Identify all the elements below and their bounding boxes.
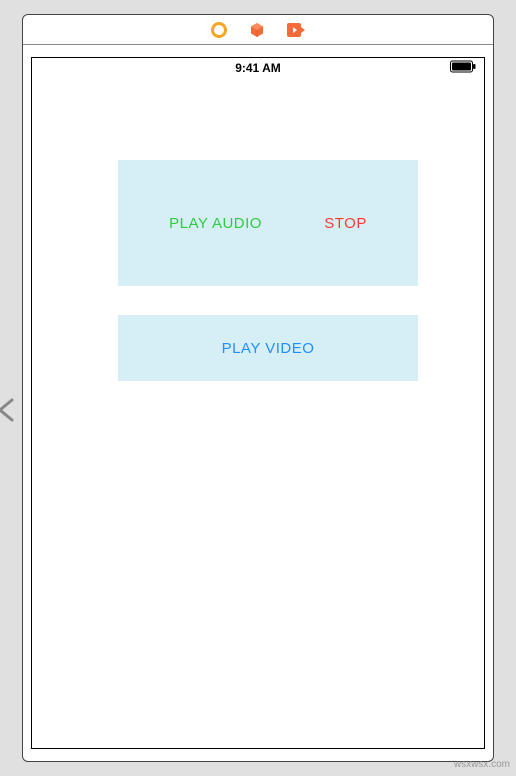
status-bar: 9:41 AM: [32, 58, 484, 78]
record-icon[interactable]: [211, 22, 227, 38]
object-icon[interactable]: [249, 22, 265, 38]
video-panel: PLAY VIDEO: [118, 315, 418, 381]
watermark: wsxwsx.com: [454, 759, 510, 770]
interface-builder-frame: 9:41 AM PLAY AUDIO STOP PLAY VIDEO: [22, 14, 494, 762]
device-canvas: 9:41 AM PLAY AUDIO STOP PLAY VIDEO: [31, 57, 485, 749]
battery-icon: [450, 61, 476, 76]
play-audio-button[interactable]: PLAY AUDIO: [169, 215, 262, 232]
back-arrow-icon[interactable]: [0, 396, 18, 429]
play-video-button[interactable]: PLAY VIDEO: [222, 340, 315, 357]
view-content: PLAY AUDIO STOP PLAY VIDEO: [32, 78, 484, 748]
embed-icon[interactable]: [287, 23, 305, 37]
stop-button[interactable]: STOP: [324, 215, 367, 232]
status-time: 9:41 AM: [235, 61, 281, 75]
audio-panel: PLAY AUDIO STOP: [118, 160, 418, 286]
ib-toolbar: [23, 15, 493, 45]
